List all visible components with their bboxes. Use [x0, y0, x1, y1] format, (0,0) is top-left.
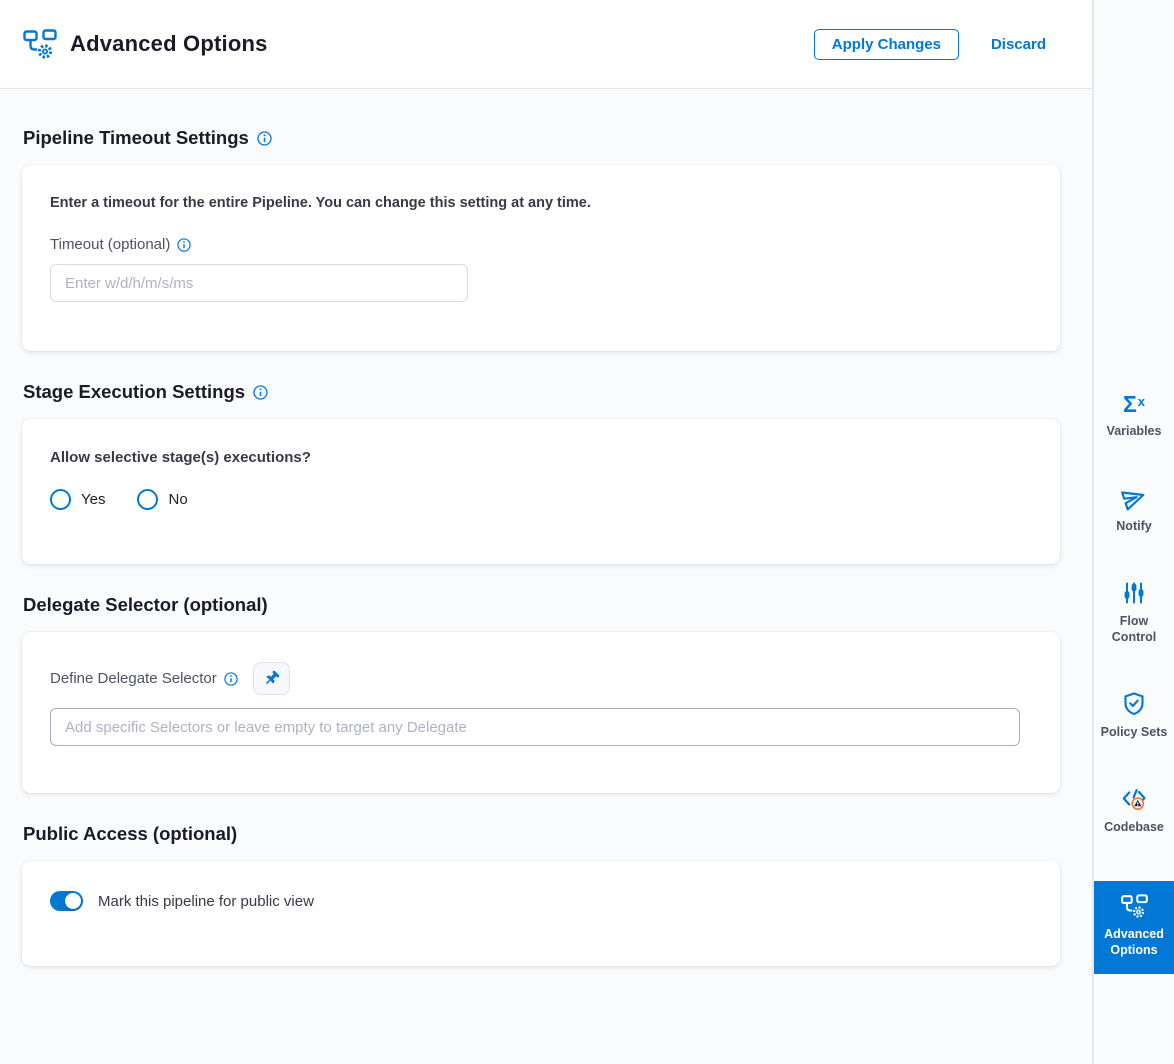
public-access-card: Mark this pipeline for public view	[22, 861, 1060, 966]
section-heading-public-access: Public Access (optional)	[23, 823, 1060, 845]
paper-plane-icon	[1121, 485, 1147, 511]
discard-button[interactable]: Discard	[991, 36, 1046, 53]
timeout-input[interactable]	[50, 264, 468, 302]
selective-execution-question: Allow selective stage(s) executions?	[50, 449, 1032, 466]
delegate-selector-input[interactable]	[50, 708, 1020, 746]
delegate-card: Define Delegate Selector	[22, 632, 1060, 793]
delegate-field-label: Define Delegate Selector	[50, 670, 238, 687]
sidebar-item-codebase[interactable]: Codebase	[1094, 786, 1174, 835]
public-view-toggle[interactable]	[50, 891, 83, 911]
pin-button[interactable]	[253, 662, 290, 695]
sidebar-item-advanced-options[interactable]: Advanced Options	[1094, 881, 1174, 974]
sidebar-item-policy-sets[interactable]: Policy Sets	[1094, 691, 1174, 740]
stage-execution-card: Allow selective stage(s) executions? Yes…	[22, 419, 1060, 564]
settings-content: Pipeline Timeout Settings Enter a timeou…	[0, 127, 1092, 966]
sliders-icon	[1121, 580, 1147, 606]
pipeline-gear-icon	[1121, 894, 1148, 919]
toggle-knob	[65, 893, 81, 909]
apply-changes-button[interactable]: Apply Changes	[814, 29, 959, 60]
sidebar-item-notify[interactable]: Notify	[1094, 485, 1174, 534]
sidebar-item-variables[interactable]: Σx Variables	[1094, 390, 1174, 439]
radio-circle[interactable]	[50, 489, 71, 510]
section-heading-timeout: Pipeline Timeout Settings	[23, 127, 1060, 149]
public-view-toggle-label: Mark this pipeline for public view	[98, 893, 314, 910]
radio-option-yes[interactable]: Yes	[50, 489, 105, 510]
public-view-toggle-row: Mark this pipeline for public view	[50, 891, 1032, 911]
radio-option-no[interactable]: No	[137, 489, 187, 510]
timeout-field-label: Timeout (optional)	[50, 236, 1032, 253]
timeout-description: Enter a timeout for the entire Pipeline.…	[50, 195, 1032, 211]
shield-check-icon	[1121, 691, 1147, 717]
section-heading-stage-execution: Stage Execution Settings	[23, 381, 1060, 403]
info-icon[interactable]	[257, 131, 272, 146]
selective-execution-radio-group: Yes No	[50, 489, 1032, 510]
info-icon[interactable]	[224, 672, 238, 686]
right-sidebar: Σx Variables Notify Flow Control	[1092, 0, 1174, 1064]
page-title: Advanced Options	[70, 31, 268, 57]
pin-icon	[263, 670, 280, 687]
header-actions: Apply Changes Discard	[814, 29, 1046, 60]
sidebar-item-flow-control[interactable]: Flow Control	[1094, 580, 1174, 645]
delegate-label-row: Define Delegate Selector	[50, 662, 1032, 695]
timeout-card: Enter a timeout for the entire Pipeline.…	[22, 165, 1060, 351]
code-warning-icon	[1121, 786, 1147, 812]
sigma-x-icon: Σx	[1123, 390, 1145, 416]
pipeline-gear-icon	[23, 29, 57, 60]
header: Advanced Options Apply Changes Discard	[0, 0, 1092, 89]
main-panel: Advanced Options Apply Changes Discard P…	[0, 0, 1092, 1064]
section-heading-delegate: Delegate Selector (optional)	[23, 594, 1060, 616]
info-icon[interactable]	[253, 385, 268, 400]
radio-circle[interactable]	[137, 489, 158, 510]
info-icon[interactable]	[177, 238, 191, 252]
